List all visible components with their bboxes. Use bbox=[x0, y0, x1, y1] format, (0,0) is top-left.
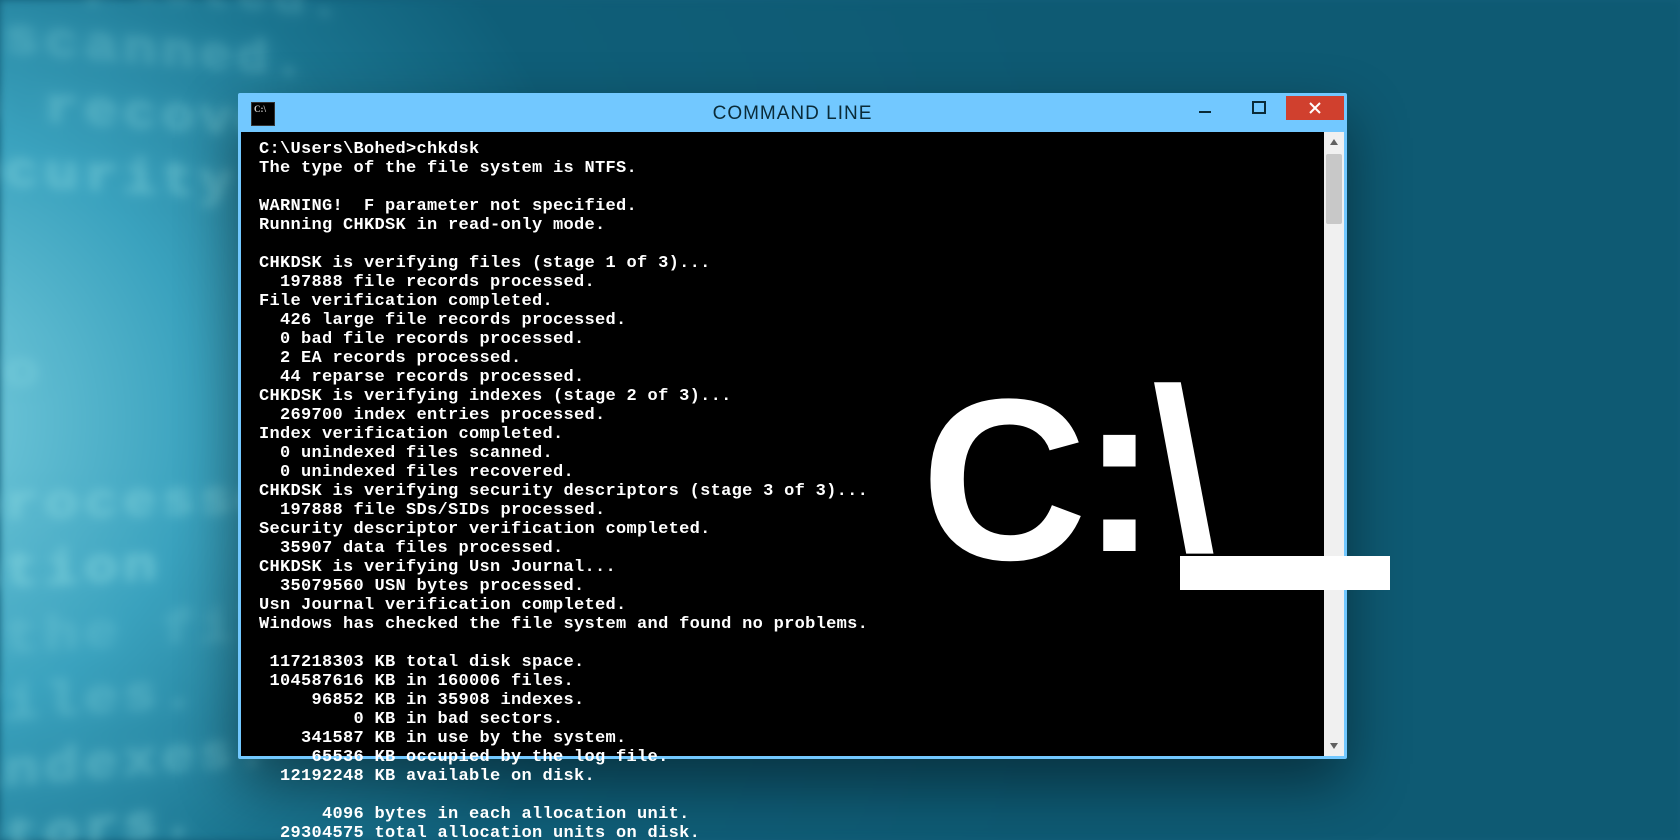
overlay-backslash: \ bbox=[1152, 370, 1210, 570]
close-button[interactable] bbox=[1286, 96, 1344, 120]
maximize-button[interactable] bbox=[1232, 96, 1286, 120]
scrollbar-thumb[interactable] bbox=[1326, 154, 1342, 224]
terminal-line: 104587616 KB in 160006 files. bbox=[259, 672, 1320, 691]
terminal-line: Usn Journal verification completed. bbox=[259, 596, 1320, 615]
maximize-icon bbox=[1252, 101, 1266, 115]
terminal-line: WARNING! F parameter not specified. bbox=[259, 197, 1320, 216]
terminal-line: 341587 KB in use by the system. bbox=[259, 729, 1320, 748]
terminal-line: Windows has checked the file system and … bbox=[259, 615, 1320, 634]
overlay-underscore bbox=[1180, 556, 1390, 590]
terminal-line: The type of the file system is NTFS. bbox=[259, 159, 1320, 178]
terminal-line: 0 KB in bad sectors. bbox=[259, 710, 1320, 729]
terminal-line: C:\Users\Bohed>chkdsk bbox=[259, 140, 1320, 159]
minimize-button[interactable] bbox=[1178, 96, 1232, 120]
scroll-down-button[interactable] bbox=[1324, 736, 1344, 756]
terminal-line: 197888 file records processed. bbox=[259, 273, 1320, 292]
terminal-line: 12192248 KB available on disk. bbox=[259, 767, 1320, 786]
terminal-line: 29304575 total allocation units on disk. bbox=[259, 824, 1320, 840]
terminal-line bbox=[259, 786, 1320, 805]
caption-buttons bbox=[1178, 96, 1344, 124]
titlebar[interactable]: COMMAND LINE bbox=[241, 96, 1344, 132]
terminal-line: File verification completed. bbox=[259, 292, 1320, 311]
terminal-line: 96852 KB in 35908 indexes. bbox=[259, 691, 1320, 710]
overlay-colon: : bbox=[1081, 343, 1152, 600]
stage: ying files (stage 1 of 3)... le records … bbox=[0, 0, 1680, 840]
chevron-up-icon bbox=[1329, 137, 1339, 147]
terminal-line: 117218303 KB total disk space. bbox=[259, 653, 1320, 672]
terminal-line bbox=[259, 235, 1320, 254]
terminal-line: 4096 bytes in each allocation unit. bbox=[259, 805, 1320, 824]
command-line-window: COMMAND LINE C:\Users\Bohed>chkdskThe ty… bbox=[238, 93, 1347, 759]
overlay-c: C bbox=[921, 351, 1081, 608]
c-prompt-overlay: C:\ bbox=[921, 380, 1390, 580]
terminal-line: Running CHKDSK in read-only mode. bbox=[259, 216, 1320, 235]
terminal-line: 65536 KB occupied by the log file. bbox=[259, 748, 1320, 767]
terminal-line bbox=[259, 634, 1320, 653]
terminal-line bbox=[259, 178, 1320, 197]
close-icon bbox=[1308, 101, 1322, 115]
terminal-line: CHKDSK is verifying files (stage 1 of 3)… bbox=[259, 254, 1320, 273]
chevron-down-icon bbox=[1329, 741, 1339, 751]
scroll-up-button[interactable] bbox=[1324, 132, 1344, 152]
terminal-line: 426 large file records processed. bbox=[259, 311, 1320, 330]
minimize-icon bbox=[1198, 101, 1212, 115]
